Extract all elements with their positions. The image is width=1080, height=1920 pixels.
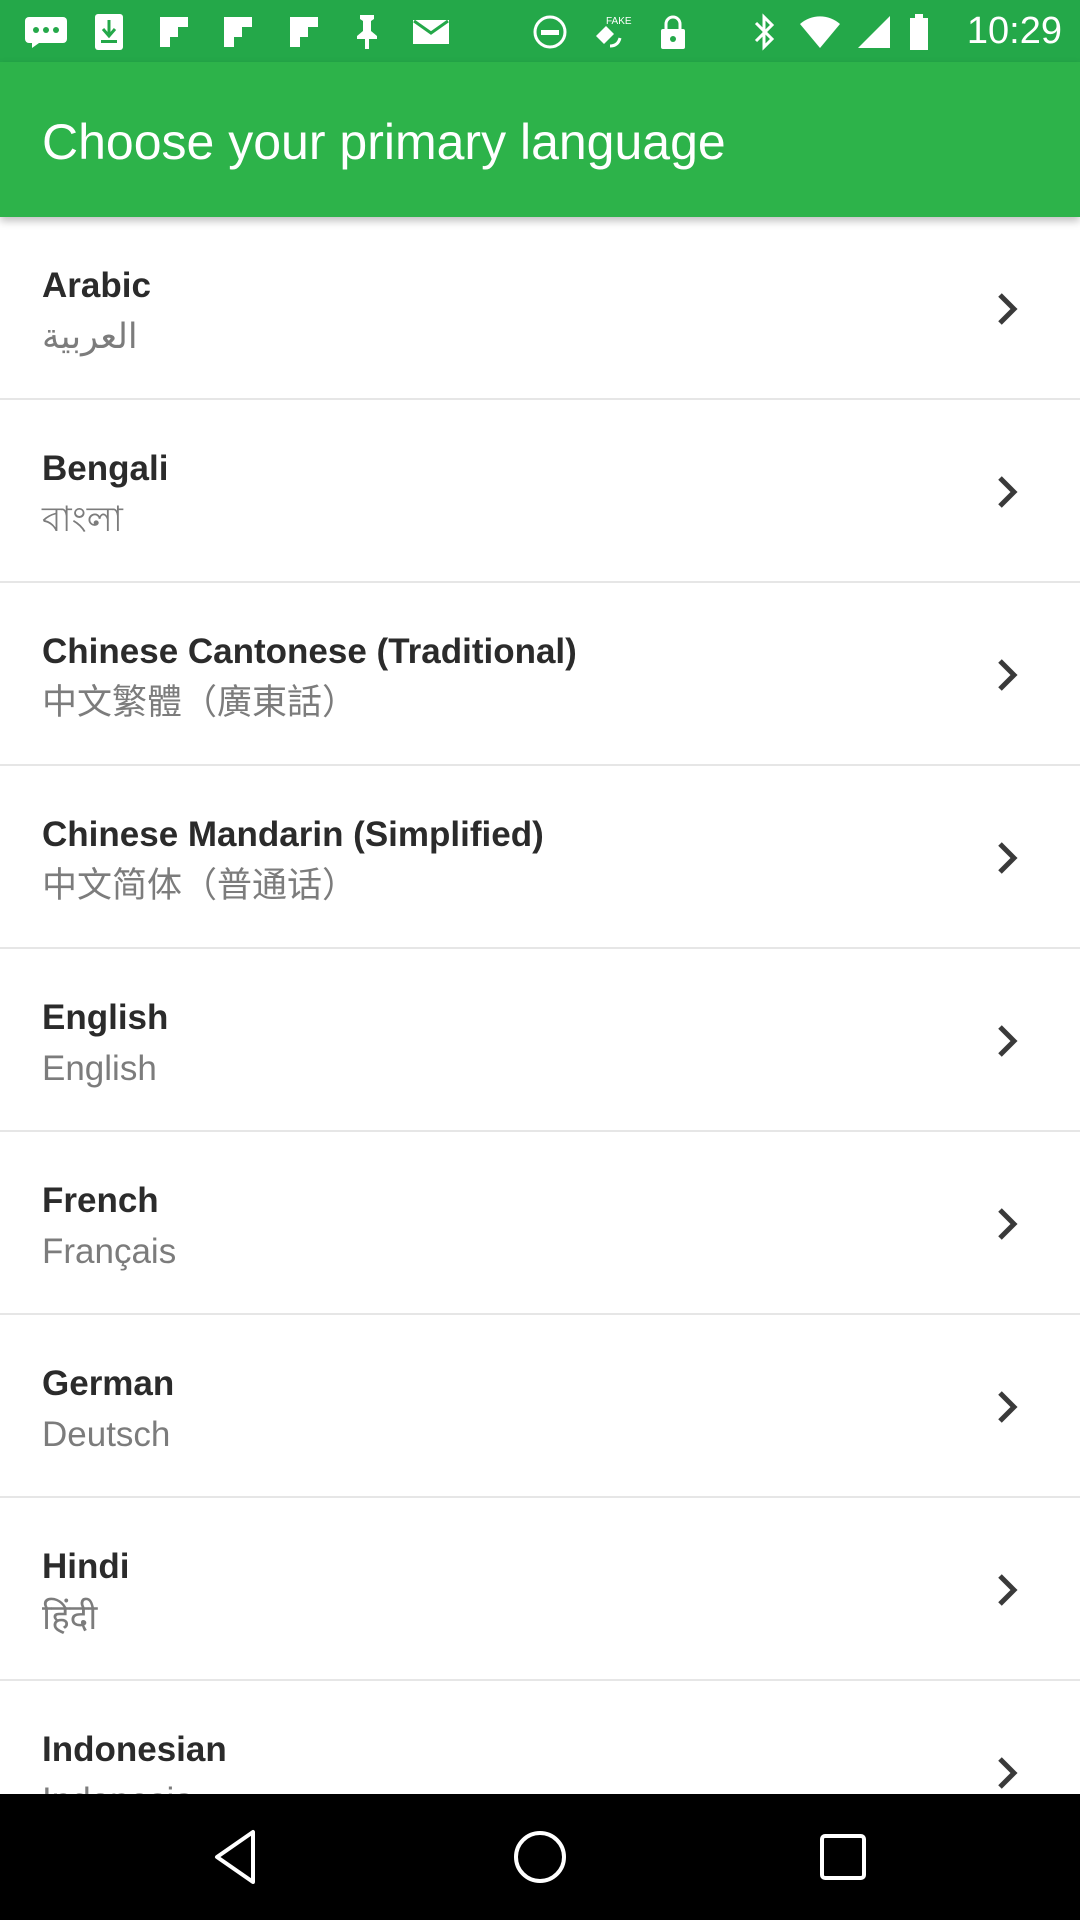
bluetooth-icon [752,12,778,52]
language-item-german[interactable]: German Deutsch [0,1315,1080,1498]
signal-icon [856,12,892,52]
mail-icon [412,12,450,52]
chevron-right-icon [994,1753,1022,1793]
svg-text:FAKE: FAKE [606,16,632,27]
language-name: Chinese Mandarin (Simplified) [42,815,544,854]
back-icon[interactable] [203,1822,273,1892]
lock-icon [658,12,688,52]
battery-icon [908,12,930,52]
language-name: French [42,1181,159,1220]
language-native-name: English [42,1049,157,1088]
language-native-name: 中文繁體（廣東話） [42,683,358,722]
download-icon [94,12,124,52]
app-bar: Choose your primary language [0,62,1080,217]
chevron-right-icon [994,1021,1022,1061]
language-item-chinese-mandarin-simplified[interactable]: Chinese Mandarin (Simplified) 中文简体（普通话） [0,766,1080,949]
language-item-indonesian[interactable]: Indonesian Indonesia [0,1681,1080,1794]
status-bar: FAKE 10:29 [0,0,1080,62]
chevron-right-icon [994,1570,1022,1610]
chevron-right-icon [994,1204,1022,1244]
language-name: Hindi [42,1547,130,1586]
blocked-icon [532,12,568,52]
flipboard-icon [222,12,254,52]
flipboard-icon [158,12,190,52]
language-item-chinese-cantonese-traditional[interactable]: Chinese Cantonese (Traditional) 中文繁體（廣東話） [0,583,1080,766]
language-item-english[interactable]: English English [0,949,1080,1132]
navigation-bar [0,1794,1080,1920]
language-item-french[interactable]: French Français [0,1132,1080,1315]
message-icon [24,12,68,52]
language-name: Bengali [42,449,169,488]
chevron-right-icon [994,838,1022,878]
recents-icon[interactable] [808,1822,878,1892]
language-name: Indonesian [42,1730,227,1769]
language-native-name: Français [42,1232,177,1271]
clock: 10:29 [966,10,1062,52]
language-item-bengali[interactable]: Bengali বাংলা [0,400,1080,583]
pin-icon [352,12,382,52]
language-native-name: Indonesia [42,1777,194,1794]
home-icon[interactable] [505,1822,575,1892]
chevron-right-icon [994,472,1022,512]
flipboard-icon [288,12,320,52]
language-native-name: 中文简体（普通话） [42,866,358,905]
language-native-name: العربية [42,317,138,356]
chevron-right-icon [994,655,1022,695]
wifi-icon [798,12,842,52]
language-name: Arabic [42,266,151,305]
fake-gps-icon: FAKE [592,12,634,52]
language-native-name: Deutsch [42,1415,171,1454]
chevron-right-icon [994,289,1022,329]
language-name: Chinese Cantonese (Traditional) [42,632,577,671]
language-native-name: বাংলা [42,500,123,539]
page-title: Choose your primary language [42,114,726,170]
chevron-right-icon [994,1387,1022,1427]
language-item-arabic[interactable]: Arabic العربية [0,217,1080,400]
language-native-name: हिंदी [42,1598,98,1637]
language-name: English [42,998,169,1037]
language-name: German [42,1364,175,1403]
language-item-hindi[interactable]: Hindi हिंदी [0,1498,1080,1681]
language-list[interactable]: Arabic العربية Bengali বাংলা Chinese Cantone… [0,217,1080,1794]
